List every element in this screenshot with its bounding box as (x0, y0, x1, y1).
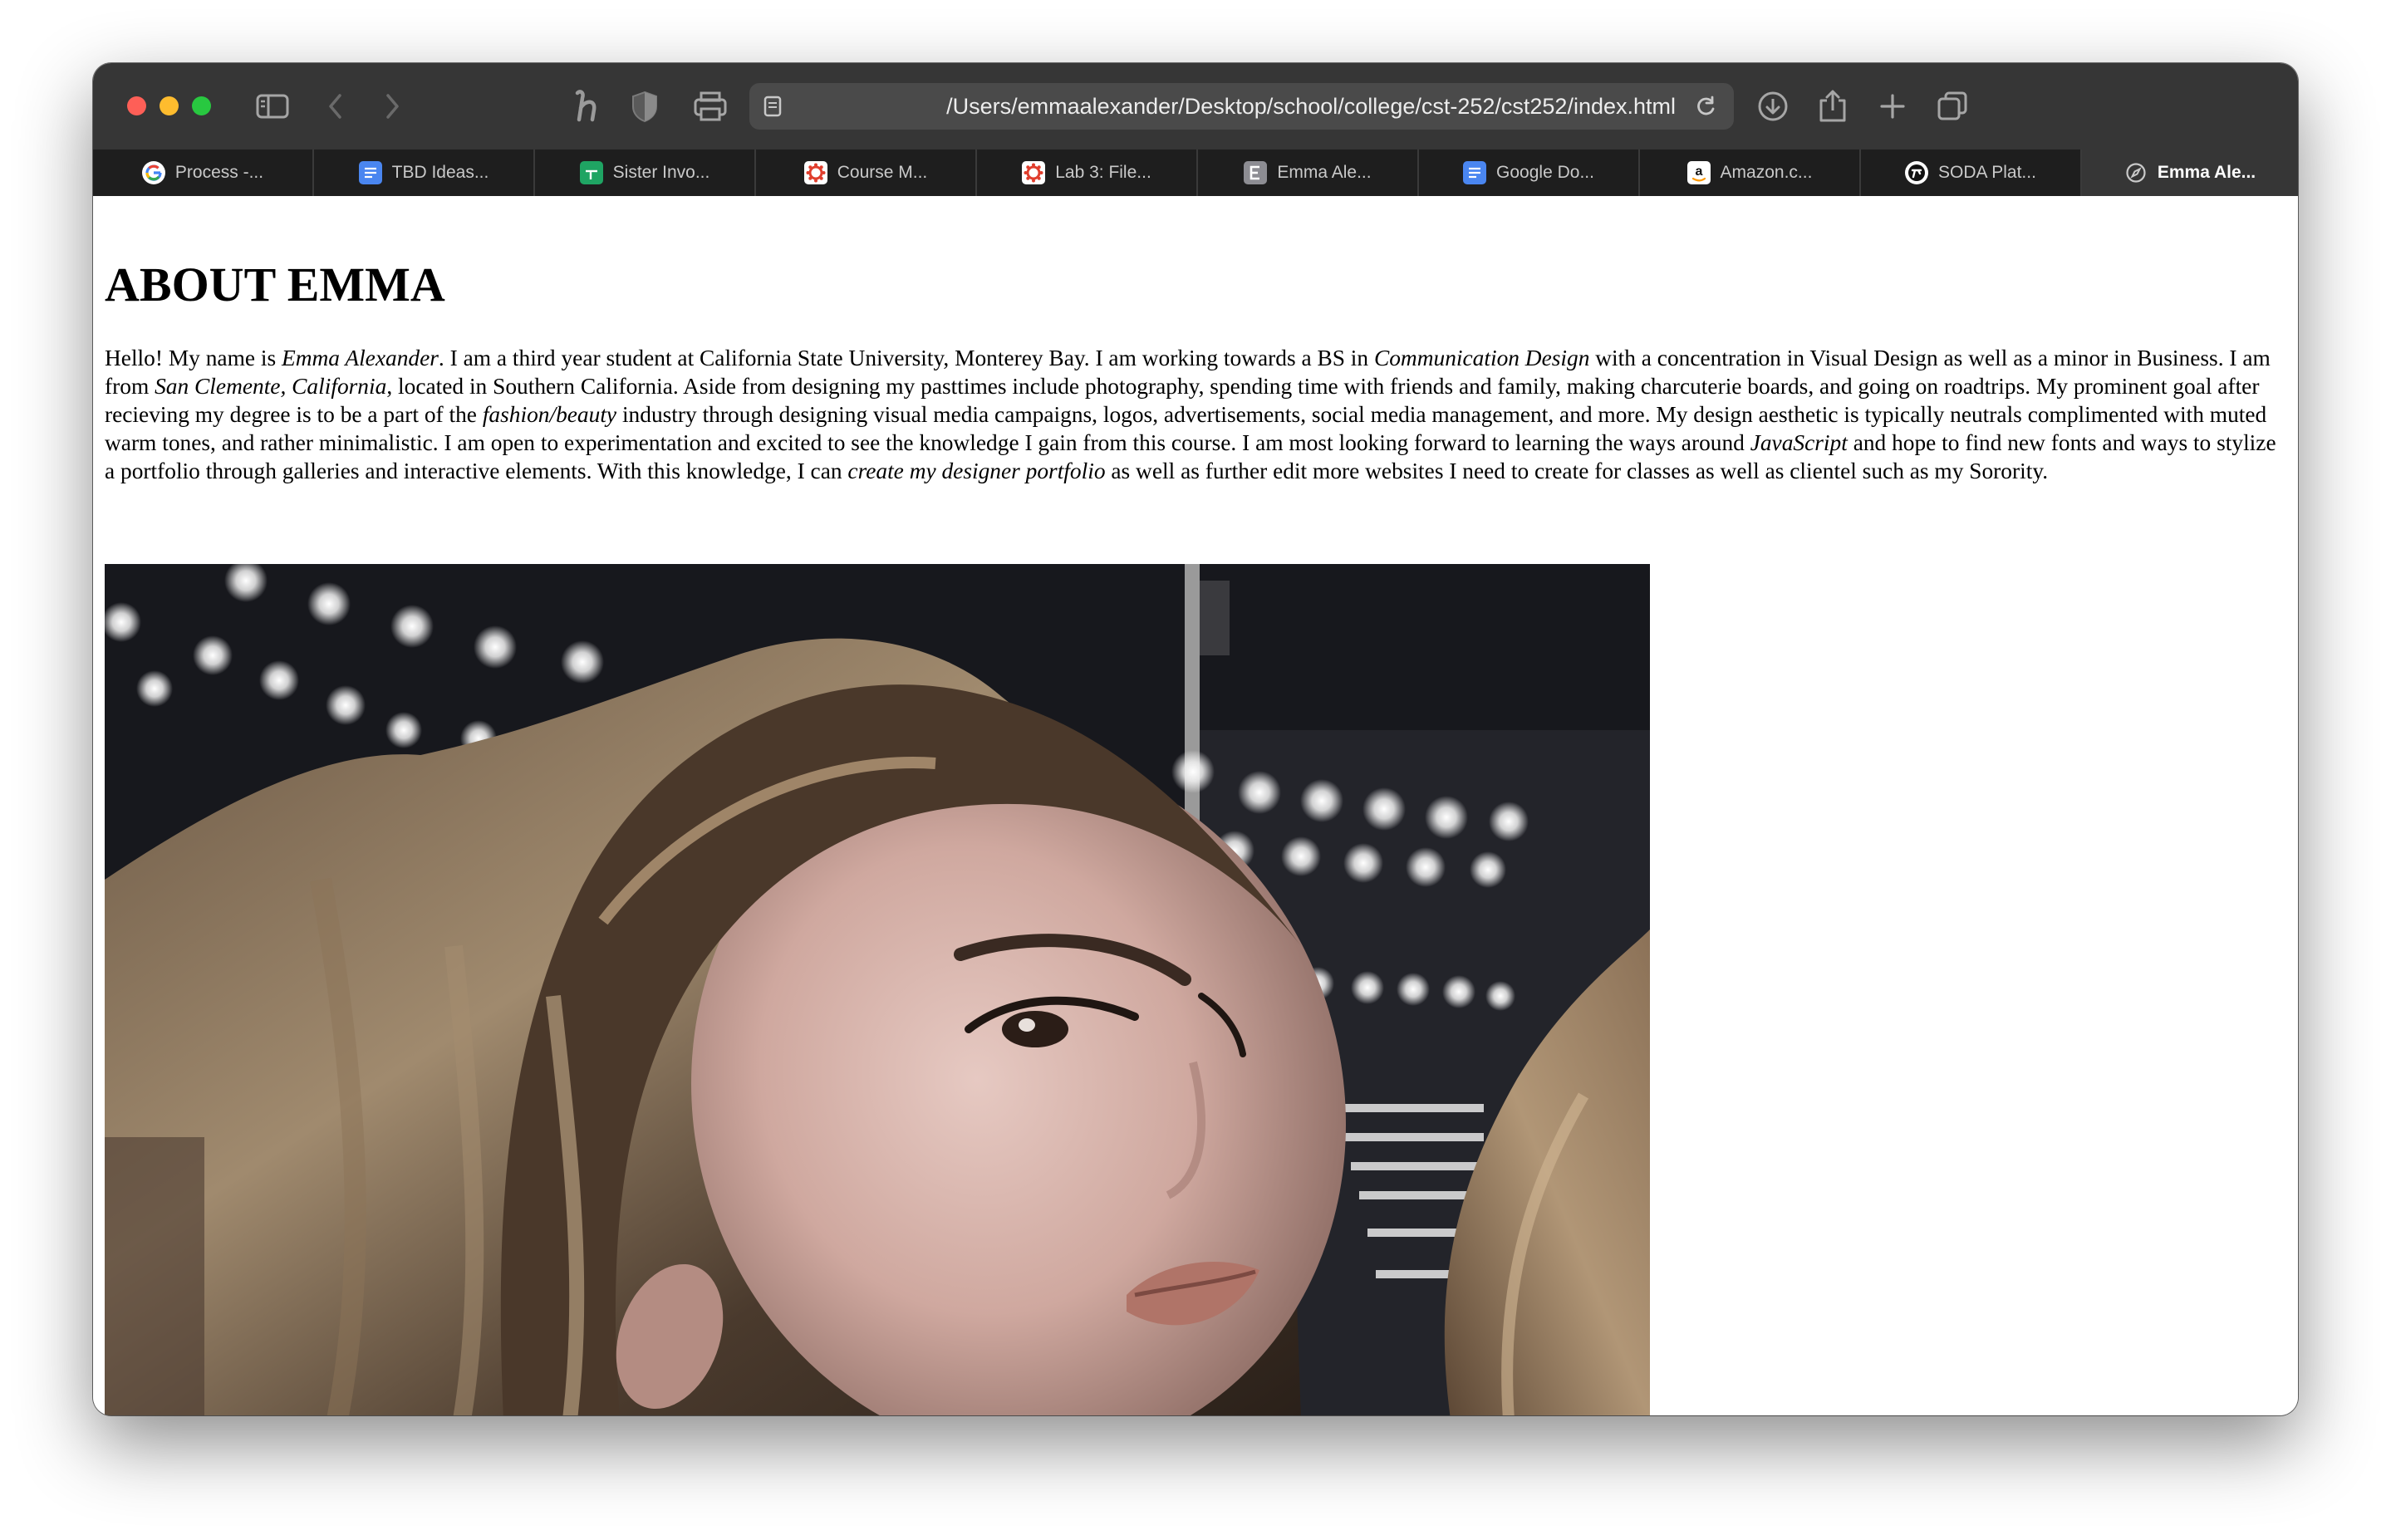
tab-google-docs[interactable]: Google Do... (1419, 150, 1640, 196)
browser-toolbar: /Users/emmaalexander/Desktop/school/coll… (93, 63, 2298, 150)
tab-label: Google Do... (1496, 163, 1594, 182)
tab-label: Process -... (174, 163, 264, 182)
tab-label: Sister Invo... (612, 163, 710, 182)
page-reader-icon[interactable] (758, 85, 788, 128)
tab-label: Emma Ale... (2157, 163, 2256, 182)
privacy-shield-icon[interactable] (625, 85, 665, 128)
google-docs-icon (1463, 161, 1487, 184)
letter-e-icon (1244, 161, 1268, 184)
canvas-icon (1022, 161, 1046, 184)
honey-extension-icon[interactable] (567, 85, 608, 128)
minimize-window-button[interactable] (160, 96, 179, 115)
close-window-button[interactable] (127, 96, 146, 115)
soda-icon (1905, 161, 1929, 184)
portrait-photo (105, 564, 1650, 1415)
tab-process[interactable]: Process -... (93, 150, 314, 196)
back-icon[interactable] (317, 85, 354, 128)
zoom-window-button[interactable] (192, 96, 211, 115)
google-docs-icon (358, 161, 382, 184)
tab-bar: Process -... TBD Ideas... Sister Invo...… (93, 150, 2298, 196)
tab-amazon[interactable]: a Amazon.c... (1640, 150, 1861, 196)
url-fade (794, 83, 852, 130)
tab-lab-3[interactable]: Lab 3: File... (977, 150, 1198, 196)
bio-text: Hello! My name is (105, 346, 282, 370)
share-icon[interactable] (1811, 85, 1854, 128)
new-tab-icon[interactable] (1871, 85, 1914, 128)
svg-text:a: a (1695, 164, 1702, 179)
sidebar-toggle-icon[interactable] (251, 85, 294, 128)
tab-emma-ale-active[interactable]: Emma Ale... (2082, 150, 2298, 196)
tab-label: Amazon.c... (1720, 163, 1813, 182)
reload-icon[interactable] (1689, 85, 1722, 128)
page-title: ABOUT EMMA (105, 257, 445, 311)
tab-soda-plat[interactable]: SODA Plat... (1861, 150, 2082, 196)
amazon-icon: a (1686, 161, 1711, 184)
tab-label: SODA Plat... (1938, 163, 2036, 182)
browser-window: /Users/emmaalexander/Desktop/school/coll… (93, 63, 2298, 1415)
tab-emma-ale-1[interactable]: Emma Ale... (1198, 150, 1419, 196)
tab-label: TBD Ideas... (391, 163, 489, 182)
canvas-icon (803, 161, 827, 184)
google-icon (141, 161, 165, 184)
tab-sister-invo[interactable]: Sister Invo... (535, 150, 756, 196)
forward-icon[interactable] (374, 85, 410, 128)
bio-emphasis: Emma Alexander (282, 346, 439, 370)
bio-emphasis: create my designer portfolio (847, 459, 1106, 483)
print-icon[interactable] (688, 85, 733, 128)
downloads-icon[interactable] (1751, 85, 1794, 128)
compass-icon (2124, 161, 2148, 184)
bio-emphasis: Communication Design (1373, 346, 1590, 370)
tab-tbd-ideas[interactable]: TBD Ideas... (314, 150, 535, 196)
address-bar[interactable]: /Users/emmaalexander/Desktop/school/coll… (749, 83, 1734, 130)
tab-course-m[interactable]: Course M... (756, 150, 977, 196)
google-sheets-icon (579, 161, 603, 184)
bio-emphasis: fashion/beauty (482, 402, 617, 427)
tab-label: Course M... (837, 163, 928, 182)
bio-text: . I am a third year student at Californi… (438, 346, 1374, 370)
tab-overview-icon[interactable] (1931, 85, 1974, 128)
tab-label: Lab 3: File... (1055, 163, 1151, 182)
page-content: ABOUT EMMA Hello! My name is Emma Alexan… (93, 196, 2298, 1415)
tab-label: Emma Ale... (1277, 163, 1372, 182)
bio-paragraph: Hello! My name is Emma Alexander. I am a… (105, 344, 2288, 485)
bio-emphasis: San Clemente, California (155, 374, 387, 399)
bio-emphasis: JavaScript (1750, 430, 1848, 455)
url-text[interactable]: /Users/emmaalexander/Desktop/school/coll… (794, 83, 1676, 130)
bio-text: as well as further edit more websites I … (1105, 459, 2049, 483)
